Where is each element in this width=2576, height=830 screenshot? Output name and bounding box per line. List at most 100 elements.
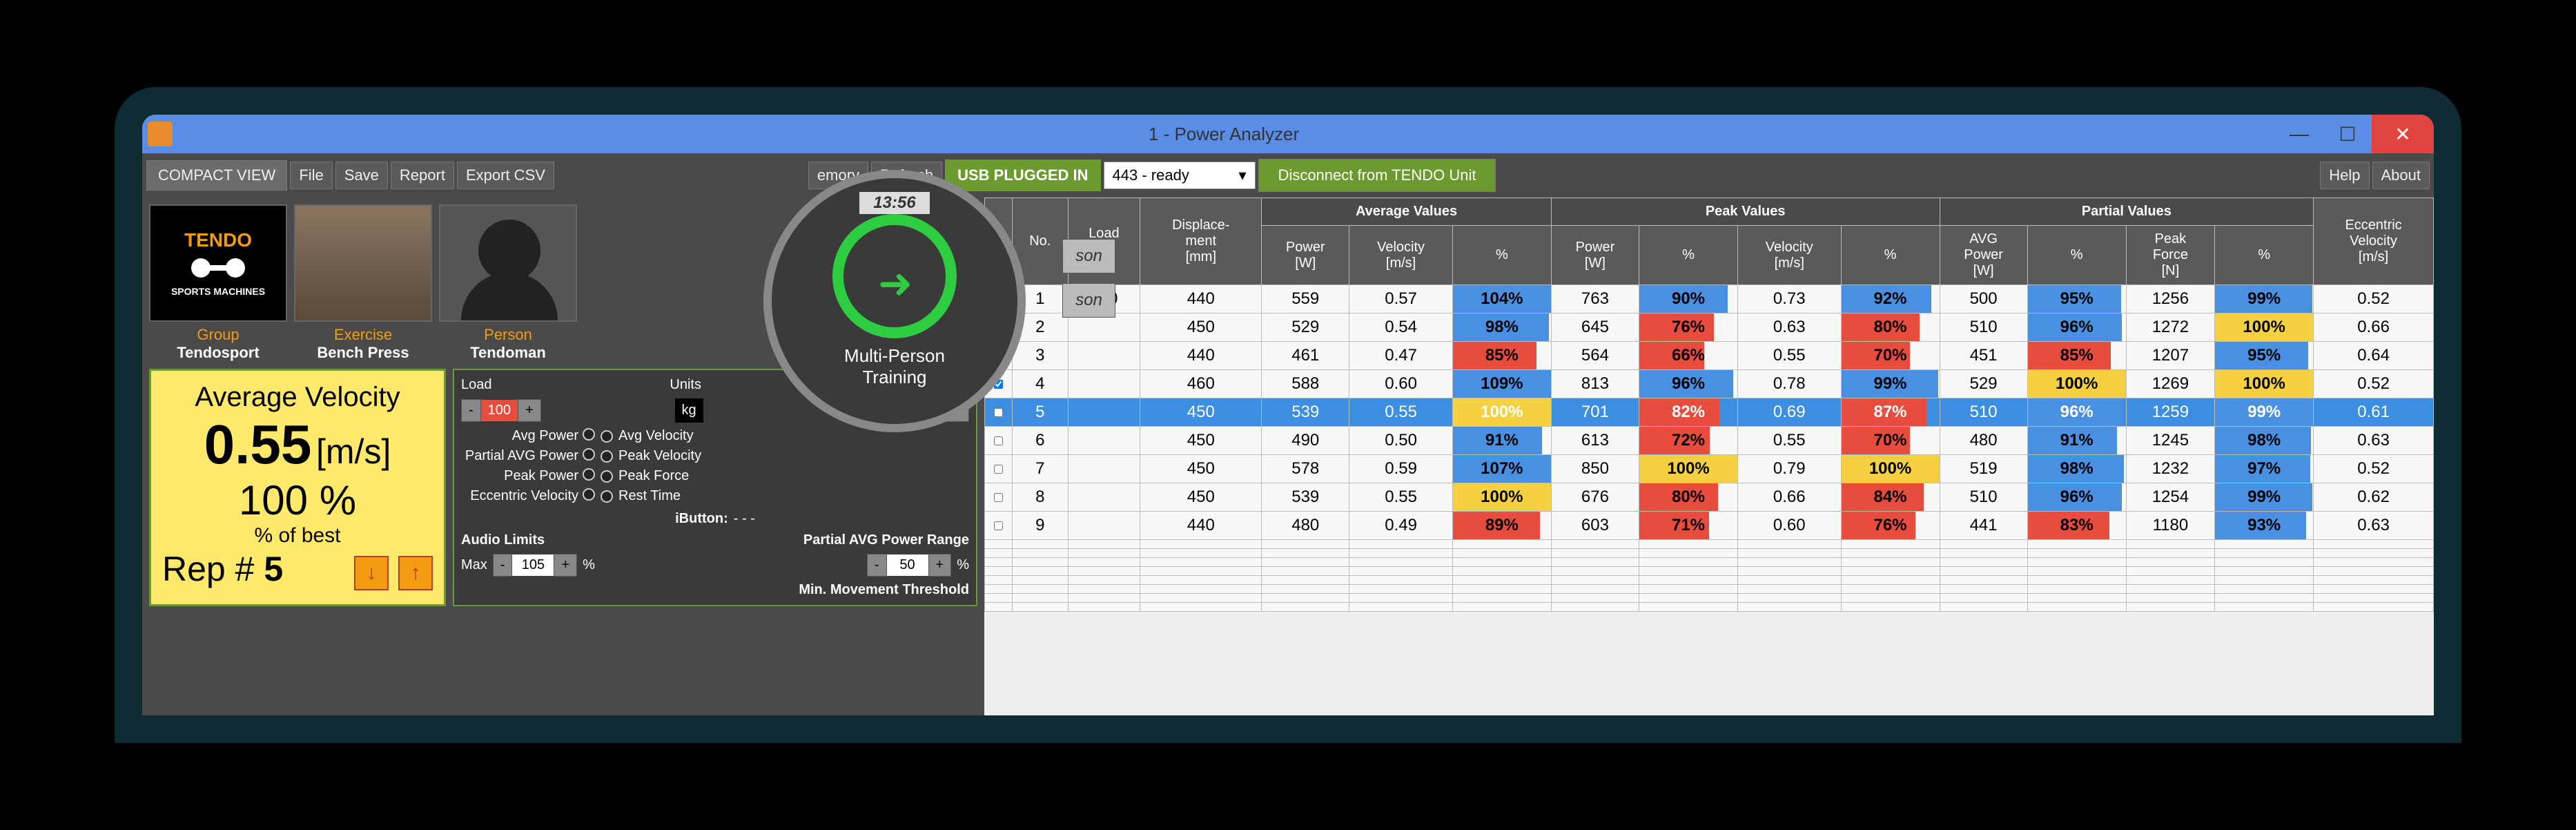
radio-rest-time[interactable] [601, 490, 613, 503]
table-row[interactable]: 24505290.5498%64576%0.6380%51096%1272100… [985, 313, 2434, 342]
zoom-time: 13:56 [859, 192, 929, 214]
pct-cell: 95% [2027, 285, 2126, 313]
data-table-container: No. Load [kg] Displace- ment [mm] Averag… [984, 197, 2434, 715]
pct-cell: 91% [2027, 427, 2126, 455]
close-button[interactable]: ✕ [2372, 115, 2434, 153]
exercise-image [294, 204, 432, 322]
pct-cell: 89% [1452, 512, 1551, 540]
pct-cell: 100% [1639, 455, 1738, 483]
table-row-empty [985, 594, 2434, 603]
table-row[interactable]: 44605880.60109%81396%0.7899%529100%12691… [985, 370, 2434, 398]
disconnect-button[interactable]: Disconnect from TENDO Unit [1258, 159, 1496, 192]
pct-cell: 72% [1639, 427, 1738, 455]
radio-peak-velocity[interactable] [601, 450, 613, 463]
table-row[interactable]: 74505780.59107%850100%0.79100%51998%1232… [985, 455, 2434, 483]
table-row-empty [985, 567, 2434, 576]
radio-avg-velocity[interactable] [601, 430, 613, 443]
person-silhouette [439, 204, 577, 322]
pct-cell: 90% [1639, 285, 1738, 313]
row-checkbox[interactable] [994, 465, 1003, 474]
pct-cell: 70% [1841, 427, 1940, 455]
radio-peak-power[interactable] [583, 468, 595, 481]
row-checkbox[interactable] [994, 521, 1003, 530]
table-row-empty [985, 558, 2434, 567]
pct-cell: 96% [2027, 483, 2126, 512]
file-menu[interactable]: File [290, 162, 332, 189]
pct-cell: 97% [2215, 455, 2314, 483]
pct-cell: 71% [1639, 512, 1738, 540]
table-row[interactable]: 84505390.55100%67680%0.6684%51096%125499… [985, 483, 2434, 512]
reps-table: No. Load [kg] Displace- ment [mm] Averag… [984, 197, 2434, 612]
pct-cell: 98% [2027, 455, 2126, 483]
pct-cell: 104% [1452, 285, 1551, 313]
row-checkbox[interactable] [994, 436, 1003, 445]
app-icon [148, 122, 173, 146]
table-row[interactable]: 34404610.4785%56466%0.5570%45185%120795%… [985, 342, 2434, 370]
minimize-button[interactable]: — [2275, 115, 2323, 153]
runner-icon [832, 214, 957, 338]
table-row[interactable]: 11004405590.57104%76390%0.7392%50095%125… [985, 285, 2434, 313]
row-checkbox[interactable] [994, 408, 1003, 417]
window-title: 1 - Power Analyzer [173, 124, 2275, 145]
pct-cell: 98% [1452, 313, 1551, 342]
chevron-down-icon: ▾ [1239, 166, 1247, 184]
pct-cell: 100% [2027, 370, 2126, 398]
feedback-radio-grid: Avg PowerAvg VelocityPartial AVG PowerPe… [461, 428, 969, 504]
toolbar: COMPACT VIEW File Save Report Export CSV… [142, 153, 2434, 197]
table-row-empty [985, 603, 2434, 612]
pct-of-best-value: 100 [239, 477, 308, 523]
table-row[interactable]: 54505390.55100%70182%0.6987%51096%125999… [985, 398, 2434, 427]
row-checkbox[interactable] [994, 493, 1003, 502]
device-dropdown[interactable]: 443 - ready▾ [1104, 162, 1256, 189]
group-card[interactable]: TENDO SPORTS MACHINES Group Tendosport [149, 204, 287, 362]
table-row-empty [985, 540, 2434, 549]
table-row-empty [985, 576, 2434, 585]
velocity-panel: Average Velocity 0.55 [m/s] 100 % % of b… [149, 369, 446, 606]
table-row[interactable]: 94404800.4989%60371%0.6076%44183%118093%… [985, 512, 2434, 540]
zoom-btn-2[interactable]: son [1062, 283, 1115, 318]
pct-cell: 109% [1452, 370, 1551, 398]
rep-down-button[interactable]: ↓ [354, 556, 389, 590]
radio-avg-power[interactable] [583, 428, 595, 441]
pct-cell: 76% [1841, 512, 1940, 540]
maximize-button[interactable]: ☐ [2323, 115, 2372, 153]
pct-cell: 100% [1452, 398, 1551, 427]
table-row-empty [985, 585, 2434, 594]
usb-status: USB PLUGGED IN [945, 160, 1100, 191]
radio-partial-avg-power[interactable] [583, 448, 595, 461]
save-button[interactable]: Save [335, 162, 388, 189]
rep-up-button[interactable]: ↑ [398, 556, 433, 590]
radio-peak-force[interactable] [601, 470, 613, 483]
table-row[interactable]: 64504900.5091%61372%0.5570%48091%124598%… [985, 427, 2434, 455]
pct-cell: 87% [1841, 398, 1940, 427]
person-card[interactable]: Person Tendoman [439, 204, 577, 362]
min-threshold-label: Min. Movement Threshold [461, 582, 969, 598]
pct-cell: 99% [2215, 285, 2314, 313]
pct-cell: 66% [1639, 342, 1738, 370]
about-button[interactable]: About [2372, 162, 2430, 189]
multi-person-label: Multi-Person Training [844, 345, 945, 388]
pct-cell: 76% [1639, 313, 1738, 342]
radio-eccentric-velocity[interactable] [583, 488, 595, 501]
audio-max-spinner[interactable]: -105+ [493, 554, 577, 577]
compact-view-button[interactable]: COMPACT VIEW [146, 160, 287, 191]
ibutton-value: - - - [734, 511, 755, 527]
help-button[interactable]: Help [2320, 162, 2369, 189]
pct-cell: 96% [1639, 370, 1738, 398]
avg-velocity-title: Average Velocity [162, 382, 433, 413]
pct-cell: 80% [1841, 313, 1940, 342]
load-spinner[interactable]: -100+ [461, 399, 541, 422]
partial-range-spinner[interactable]: -50+ [867, 554, 951, 577]
pct-cell: 100% [1841, 455, 1940, 483]
exercise-card[interactable]: Exercise Bench Press [294, 204, 432, 362]
table-row-empty [985, 549, 2434, 558]
avg-velocity-value: 0.55 [204, 414, 312, 475]
pct-cell: 99% [2215, 483, 2314, 512]
zoom-btn-1[interactable]: son [1062, 239, 1115, 273]
export-csv-button[interactable]: Export CSV [457, 162, 554, 189]
pct-cell: 93% [2215, 512, 2314, 540]
units-select[interactable]: kg [675, 398, 703, 423]
pct-cell: 83% [2027, 512, 2126, 540]
pct-cell: 84% [1841, 483, 1940, 512]
report-button[interactable]: Report [391, 162, 454, 189]
